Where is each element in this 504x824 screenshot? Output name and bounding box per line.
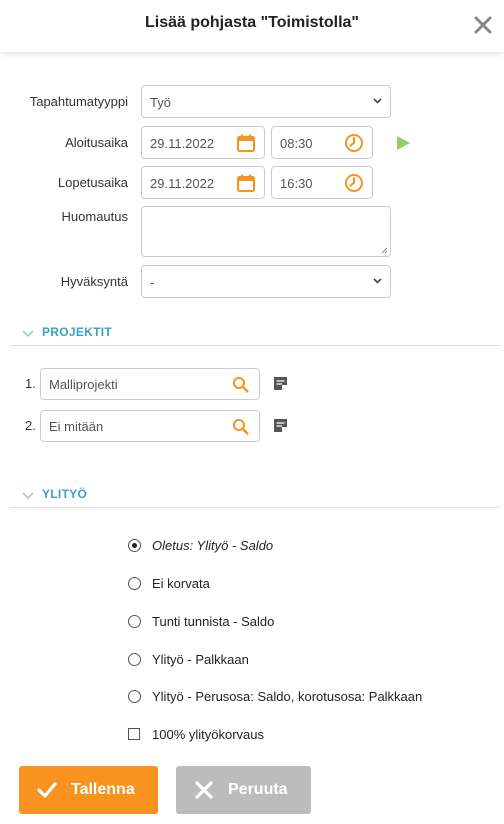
- start-time-value: 08:30: [280, 136, 313, 151]
- end-date-field[interactable]: 29.11.2022: [141, 166, 265, 199]
- project-number: 2.: [25, 418, 36, 433]
- option-label: Tunti tunnista - Saldo: [152, 614, 275, 629]
- radio[interactable]: [128, 615, 141, 628]
- start-date-value: 29.11.2022: [150, 136, 215, 151]
- option-label: Ylityö - Palkkaan: [152, 652, 249, 667]
- end-time-label: Lopetusaika: [57, 175, 128, 190]
- start-date-field[interactable]: 29.11.2022: [141, 126, 265, 159]
- radio[interactable]: [128, 690, 141, 703]
- project-input-1[interactable]: Malliprojekti: [40, 368, 260, 400]
- save-button-label: Tallenna: [71, 781, 135, 798]
- close-icon: [195, 781, 213, 799]
- end-time-value: 16:30: [280, 176, 313, 191]
- search-icon[interactable]: [232, 376, 249, 393]
- option-label: Ylityö - Perusosa: Saldo, korotusosa: Pa…: [152, 689, 423, 704]
- projects-section-title: PROJEKTIT: [42, 325, 113, 339]
- approval-label: Hyväksyntä: [60, 274, 128, 289]
- project-input-2[interactable]: Ei mitään: [40, 410, 260, 442]
- note-textarea[interactable]: [141, 206, 391, 257]
- clock-icon[interactable]: [344, 173, 364, 193]
- overtime-section-header[interactable]: YLITYÖ: [10, 486, 500, 508]
- checkbox[interactable]: [128, 728, 140, 740]
- calendar-icon[interactable]: [236, 173, 256, 193]
- radio[interactable]: [128, 577, 141, 590]
- approval-select[interactable]: -: [141, 265, 391, 298]
- project-value: Malliprojekti: [49, 377, 118, 392]
- event-type-label: Tapahtumatyyppi: [29, 94, 128, 109]
- save-button[interactable]: Tallenna: [19, 766, 158, 814]
- radio[interactable]: [128, 653, 141, 666]
- note-label: Huomautus: [61, 209, 128, 224]
- note-icon[interactable]: [272, 375, 289, 392]
- project-number: 1.: [25, 376, 36, 391]
- cancel-button-label: Peruuta: [228, 781, 288, 798]
- dialog-header: Lisää pohjasta "Toimistolla": [0, 0, 504, 52]
- radio-selected[interactable]: [128, 539, 141, 552]
- approval-value: -: [150, 275, 155, 290]
- checkmark-icon: [37, 782, 57, 798]
- project-value: Ei mitään: [49, 419, 104, 434]
- event-type-select[interactable]: Työ: [141, 85, 391, 118]
- chevron-down-icon: [22, 492, 34, 500]
- resize-handle-icon[interactable]: [381, 247, 388, 254]
- start-time-label: Aloitusaika: [65, 135, 128, 150]
- chevron-down-icon: [373, 278, 382, 284]
- search-icon[interactable]: [232, 418, 249, 435]
- clock-icon[interactable]: [344, 133, 364, 153]
- start-time-field[interactable]: 08:30: [271, 126, 373, 159]
- close-icon[interactable]: [472, 14, 494, 36]
- end-date-value: 29.11.2022: [150, 176, 215, 191]
- overtime-section-title: YLITYÖ: [42, 487, 88, 501]
- event-type-value: Työ: [150, 95, 171, 110]
- chevron-down-icon: [373, 98, 382, 104]
- play-icon[interactable]: [395, 135, 411, 151]
- note-icon[interactable]: [272, 417, 289, 434]
- cancel-button[interactable]: Peruuta: [176, 766, 311, 814]
- chevron-down-icon: [22, 330, 34, 338]
- dialog-title: Lisää pohjasta "Toimistolla": [144, 14, 360, 31]
- option-label: Ei korvata: [152, 576, 210, 591]
- calendar-icon[interactable]: [236, 133, 256, 153]
- projects-section-header[interactable]: PROJEKTIT: [10, 324, 500, 346]
- checkbox-label: 100% ylityökorvaus: [152, 727, 264, 742]
- end-time-field[interactable]: 16:30: [271, 166, 373, 199]
- option-label: Oletus: Ylityö - Saldo: [152, 538, 274, 553]
